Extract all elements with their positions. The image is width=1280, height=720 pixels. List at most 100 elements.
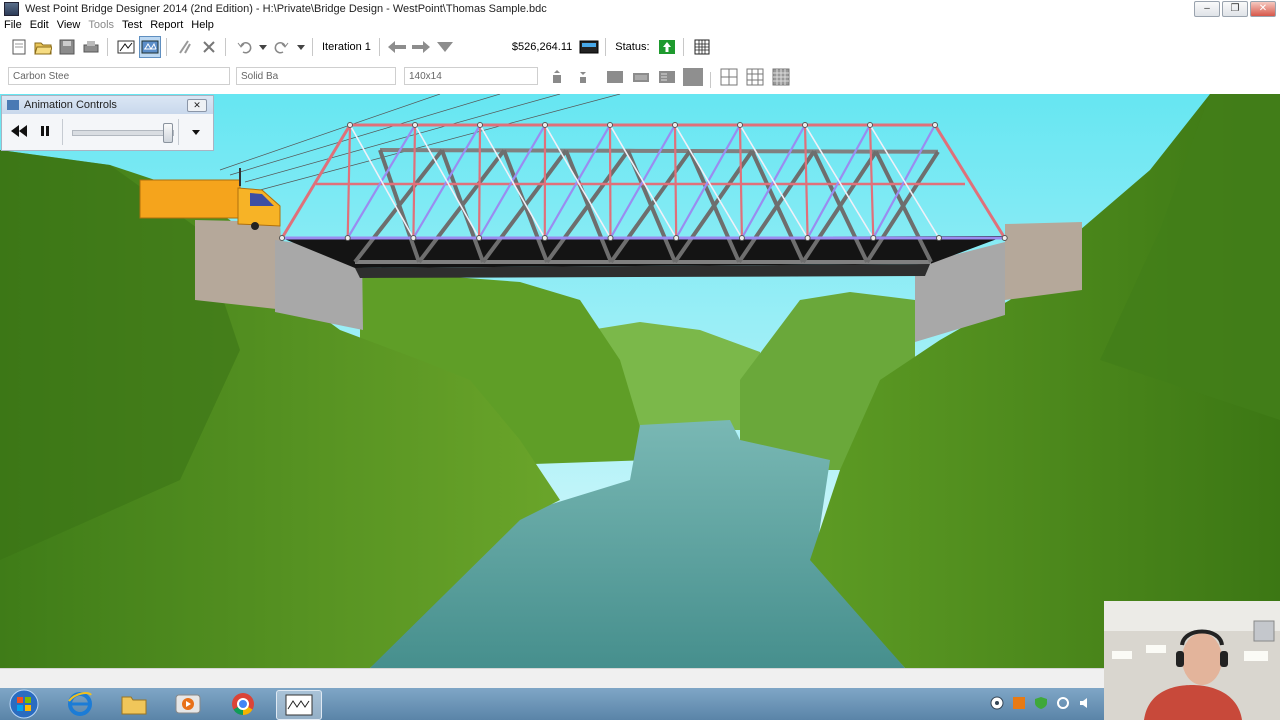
truss-joint (347, 122, 353, 128)
report-grid-icon[interactable] (691, 36, 713, 58)
redo-icon[interactable] (271, 36, 293, 58)
maximize-button[interactable]: ❐ (1222, 1, 1248, 17)
truss-joint (412, 122, 418, 128)
menu-report[interactable]: Report (146, 19, 187, 31)
menu-file[interactable]: File (0, 19, 26, 31)
member-compare-icon[interactable] (683, 68, 703, 86)
media-player-icon[interactable] (166, 690, 210, 718)
separator (682, 37, 684, 56)
separator (378, 37, 380, 56)
start-button[interactable] (2, 689, 46, 719)
redo-dropdown-icon[interactable] (295, 36, 307, 58)
file-explorer-icon[interactable] (112, 690, 156, 718)
undo-dropdown-icon[interactable] (257, 36, 269, 58)
drawing-board-icon[interactable] (115, 36, 137, 58)
separator (225, 37, 226, 56)
truss-joint (542, 122, 548, 128)
pause-icon[interactable] (38, 123, 52, 139)
truss-joint (737, 122, 743, 128)
load-test-icon[interactable] (139, 35, 161, 58)
open-folder-icon[interactable] (32, 36, 54, 58)
save-icon[interactable] (56, 36, 78, 58)
diagonal-member (608, 124, 612, 239)
animation-controls-header: Animation Controls ✕ (2, 96, 213, 114)
truss-joint (410, 235, 417, 241)
close-button[interactable]: ✕ (1250, 1, 1276, 17)
menu-test[interactable]: Test (118, 19, 146, 31)
panel-close-button[interactable]: ✕ (187, 99, 207, 112)
volume-tray-icon[interactable] (1078, 696, 1092, 710)
status-up-icon[interactable] (656, 36, 678, 58)
member-details-icon[interactable] (657, 68, 677, 86)
decrease-size-icon[interactable] (574, 69, 592, 85)
truss-joint (672, 122, 678, 128)
new-document-icon[interactable] (8, 36, 30, 58)
rewind-icon[interactable] (10, 123, 28, 139)
separator (178, 119, 179, 145)
menu-tools[interactable]: Tools (84, 19, 118, 31)
menu-bar: File Edit View Tools Test Report Help (0, 17, 1280, 33)
network-tray-icon[interactable] (990, 696, 1004, 710)
left-abutment-wall (195, 220, 285, 310)
separator (605, 37, 607, 56)
truss-joint (738, 235, 745, 241)
iteration-label: Iteration 1 (322, 40, 371, 53)
truss-joint (932, 122, 938, 128)
main-toolbar: Iteration 1 $526,264.11 Status: (0, 34, 1280, 59)
sync-tray-icon[interactable] (1056, 696, 1070, 710)
internet-explorer-icon[interactable] (58, 690, 102, 718)
chevron-down-icon[interactable] (434, 36, 456, 58)
minimize-button[interactable]: – (1194, 1, 1220, 17)
truss-joint (802, 122, 808, 128)
truss-joint (673, 235, 680, 241)
truss-joint (607, 122, 613, 128)
material-select[interactable]: Carbon Stee (8, 67, 230, 85)
windows-taskbar (0, 688, 1280, 720)
increase-size-icon[interactable] (548, 69, 566, 85)
truss-joint (607, 235, 614, 241)
separator (62, 119, 63, 145)
truss-joint (476, 235, 483, 241)
menu-help[interactable]: Help (187, 19, 218, 31)
member-properties-bar: Carbon Stee Solid Ba 140x14 (0, 64, 1280, 90)
print-icon[interactable] (80, 36, 102, 58)
cost-display: $526,264.11 (511, 40, 573, 53)
status-bar (0, 668, 1280, 689)
bridge-scene (0, 94, 1280, 668)
arrow-right-icon[interactable] (410, 36, 432, 58)
calculator-icon[interactable] (578, 36, 600, 58)
webcam-overlay (1104, 601, 1280, 720)
speed-slider-thumb[interactable] (163, 123, 173, 143)
window-title: West Point Bridge Designer 2014 (2nd Edi… (25, 2, 547, 15)
separator (710, 72, 711, 88)
load-test-animation-view[interactable] (0, 94, 1280, 668)
truss-joint (279, 235, 285, 241)
truss-joint (477, 122, 483, 128)
menu-view[interactable]: View (53, 19, 85, 31)
section-select[interactable]: Solid Ba (236, 67, 396, 85)
app-icon (4, 1, 19, 16)
chrome-icon[interactable] (221, 690, 265, 718)
truss-joint (344, 235, 351, 241)
separator (166, 37, 167, 56)
truss-joint (870, 235, 877, 241)
arrow-left-icon[interactable] (386, 36, 408, 58)
member-list-icon[interactable] (605, 68, 625, 86)
grid-fine-icon[interactable] (772, 68, 790, 86)
speed-slider[interactable] (72, 130, 174, 136)
undo-icon[interactable] (233, 36, 255, 58)
menu-edit[interactable]: Edit (26, 19, 53, 31)
size-select[interactable]: 140x14 (404, 67, 538, 85)
diagonal-member (478, 124, 482, 239)
separator (312, 37, 313, 56)
shield-tray-icon[interactable] (1034, 696, 1048, 710)
auto-correct-icon[interactable] (174, 36, 196, 58)
dropdown-icon[interactable] (190, 127, 202, 137)
truss-joint (804, 235, 811, 241)
member-table-icon[interactable] (631, 68, 651, 86)
grid-medium-icon[interactable] (746, 68, 764, 86)
delete-icon[interactable] (198, 36, 220, 58)
grid-coarse-icon[interactable] (720, 68, 738, 86)
security-tray-icon[interactable] (1012, 696, 1026, 710)
bridge-designer-taskbar-icon[interactable] (276, 690, 322, 720)
